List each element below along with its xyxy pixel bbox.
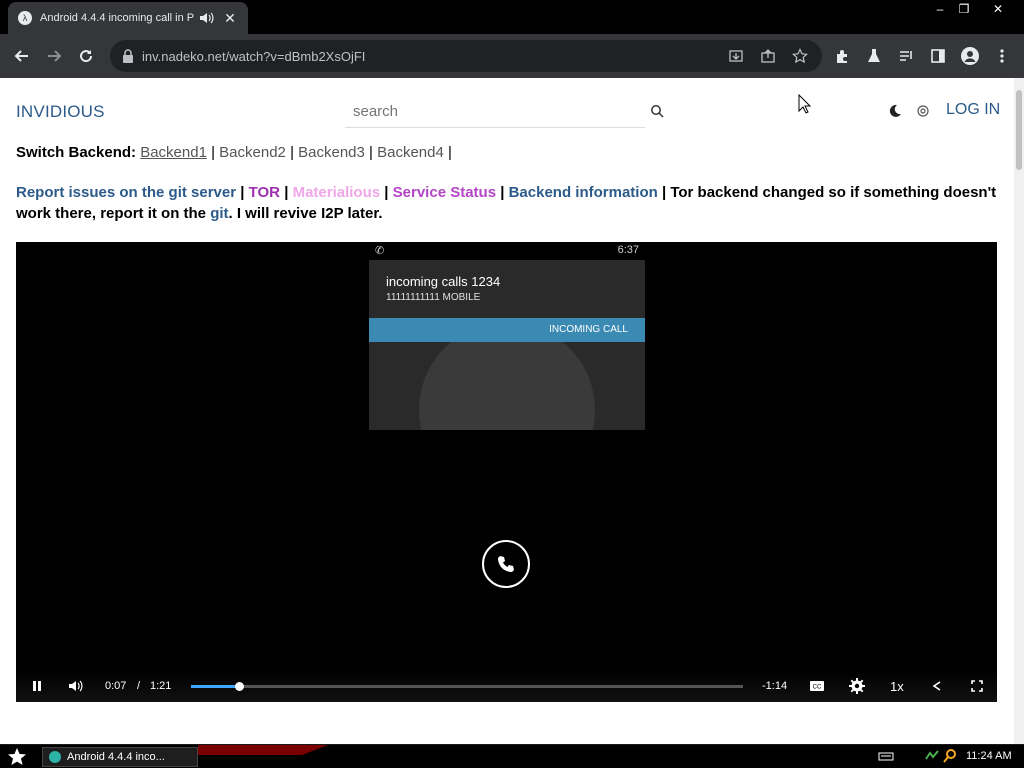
caller-name: incoming calls 1234 [386,274,501,289]
tor-link[interactable]: TOR [249,184,280,201]
backend-link-3[interactable]: Backend3 [298,144,365,161]
gear-icon[interactable] [916,104,930,118]
browser-app-icon [49,751,61,763]
search-icon[interactable] [650,104,664,118]
separator: | [290,144,294,161]
install-icon[interactable] [724,44,748,68]
login-link[interactable]: LOG IN [946,101,1000,119]
mouse-cursor-icon [798,94,812,114]
svg-text:CC: CC [813,685,822,691]
back-arrow-icon[interactable] [10,44,34,68]
separator: | [496,184,509,201]
side-panel-icon[interactable] [926,44,950,68]
seek-bar-fill [191,685,240,688]
seek-bar-handle[interactable] [235,682,245,691]
service-status-link[interactable]: Service Status [393,184,496,201]
incoming-call-bar: INCOMING CALL [369,318,645,342]
taskbar-window-label: Android 4.4.4 inco... [67,751,165,763]
bookmark-star-icon[interactable] [788,44,812,68]
volume-icon[interactable] [66,678,84,694]
separator: | [280,184,293,201]
restore-icon[interactable]: ❐ [950,0,978,18]
browser-menu-icon[interactable] [990,44,1014,68]
report-issues-link[interactable]: Report issues on the git server [16,184,236,201]
duration: 1:21 [150,680,172,692]
network-icon[interactable] [924,749,940,763]
forward-arrow-icon[interactable] [42,44,66,68]
fullscreen-icon[interactable] [968,678,986,694]
invidious-logo[interactable]: INVIDIOUS [16,102,105,122]
player-controls: 0:07 / 1:21 -1:14 CC 1x [16,670,997,702]
page-scrollbar[interactable] [1014,78,1024,744]
backend-switcher: Switch Backend: Backend1 | Backend2 | Ba… [16,144,452,161]
separator: | [448,144,452,161]
notice-text-end: . I will revive I2P later. [228,205,383,222]
address-bar[interactable]: inv.nadeko.net/watch?v=dBmb2XsOjFI [110,40,822,72]
page-content: INVIDIOUS LOG IN Switch Backend: Backend… [0,78,1014,744]
labs-flask-icon[interactable] [862,44,886,68]
current-time: 0:07 [105,680,127,692]
browser-toolbar: inv.nadeko.net/watch?v=dBmb2XsOjFI [0,34,1024,78]
captions-icon[interactable]: CC [808,678,826,694]
video-frame-phone-screen: ✆ 6:37 incoming calls 1234 11111111111 M… [369,242,645,430]
caller-number: 11111111111 MOBILE [386,292,481,303]
reading-list-icon[interactable] [894,44,918,68]
separator: | [236,184,249,201]
remaining-time: -1:14 [762,680,788,692]
tab-strip: λ Android 4.4.4 incoming call in P ✕ – ❐… [0,0,1024,34]
playback-speed[interactable]: 1x [890,679,904,694]
taskbar-window-button[interactable]: Android 4.4.4 inco... [42,747,198,767]
backend-link-1[interactable]: Backend1 [140,144,207,161]
scrollbar-thumb[interactable] [1016,90,1022,170]
keyboard-icon[interactable] [878,749,894,763]
backend-link-4[interactable]: Backend4 [377,144,444,161]
incoming-call-label: INCOMING CALL [549,324,628,335]
system-clock: 11:24 AM [966,750,1012,762]
share-icon[interactable] [756,44,780,68]
separator: | [380,184,393,201]
materialious-link[interactable]: Materialious [293,184,381,201]
phone-call-icon: ✆ [375,245,385,257]
search-box [345,96,645,128]
extensions-icon[interactable] [830,44,854,68]
lock-icon [123,49,133,63]
seek-bar[interactable] [191,682,743,691]
notice-banner: Report issues on the git server | TOR | … [16,182,1006,224]
backend-information-link[interactable]: Backend information [509,184,658,201]
speaker-icon[interactable] [198,11,214,25]
phone-status-bar: ✆ 6:37 [369,242,645,260]
search-input[interactable] [345,96,645,126]
answer-call-icon [482,540,530,588]
time-separator: / [137,680,141,692]
settings-gear-icon[interactable] [848,678,866,694]
taskbar-decoration [198,745,328,755]
separator: | [211,144,215,161]
profile-avatar-icon[interactable] [958,44,982,68]
git-link[interactable]: git [210,205,228,222]
share-icon[interactable] [928,678,946,694]
tab-close-icon[interactable]: ✕ [222,10,238,26]
separator: | [369,144,373,161]
invidious-favicon-icon: λ [18,11,32,25]
window-close-icon[interactable]: ✕ [984,0,1012,18]
switch-backend-label: Switch Backend: [16,144,137,161]
phone-time: 6:37 [617,244,639,256]
os-taskbar: Android 4.4.4 inco... 11:24 AM [0,744,1024,768]
search-tray-icon[interactable] [942,749,958,763]
video-player[interactable]: ✆ 6:37 incoming calls 1234 11111111111 M… [16,242,997,702]
browser-tab[interactable]: λ Android 4.4.4 incoming call in P ✕ [8,2,248,34]
start-menu-star-icon[interactable] [6,747,28,767]
reload-icon[interactable] [74,44,98,68]
backend-link-2[interactable]: Backend2 [219,144,286,161]
moon-icon[interactable] [888,104,902,118]
tab-title: Android 4.4.4 incoming call in P [40,12,194,24]
url-text: inv.nadeko.net/watch?v=dBmb2XsOjFI [142,48,366,64]
pause-icon[interactable] [28,678,46,694]
